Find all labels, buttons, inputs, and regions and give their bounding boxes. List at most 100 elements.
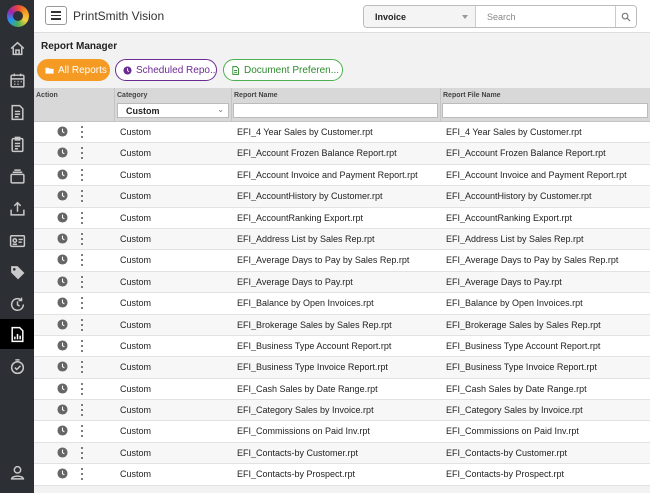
search-scope-select[interactable]: Invoice: [364, 6, 476, 27]
cell-report-name[interactable]: EFI_Business Type Account Report.rpt: [237, 341, 441, 351]
more-vertical-icon[interactable]: [80, 468, 84, 481]
table-row[interactable]: Custom EFI_Brokerage Sales by Sales Rep.r…: [34, 314, 650, 336]
more-vertical-icon[interactable]: [80, 232, 84, 245]
report-name-filter-input[interactable]: [233, 103, 438, 118]
table-row[interactable]: Custom EFI_Balance by Open Invoices.rpt EF…: [34, 293, 650, 315]
stack-icon[interactable]: [0, 161, 34, 191]
category-filter-select[interactable]: Custom ⌄: [117, 103, 229, 118]
table-row[interactable]: Custom EFI_Account Frozen Balance Report.…: [34, 143, 650, 165]
cell-report-name[interactable]: EFI_Commissions on Paid Inv.rpt: [237, 426, 441, 436]
cell-report-name[interactable]: EFI_Address List by Sales Rep.rpt: [237, 234, 441, 244]
schedule-check-icon[interactable]: [0, 351, 34, 381]
invoice-icon[interactable]: [0, 97, 34, 127]
column-divider[interactable]: [231, 88, 232, 122]
schedule-clock-icon[interactable]: [57, 212, 68, 223]
column-header-category[interactable]: Category: [117, 92, 147, 99]
id-card-icon[interactable]: [0, 225, 34, 255]
table-row[interactable]: Custom EFI_4 Year Sales by Customer.rpt EF…: [34, 122, 650, 144]
more-vertical-icon[interactable]: [80, 275, 84, 288]
hamburger-menu-button[interactable]: [45, 6, 67, 25]
cell-report-name[interactable]: EFI_Average Days to Pay.rpt: [237, 277, 441, 287]
sync-icon[interactable]: [0, 289, 34, 319]
cell-report-name[interactable]: EFI_Category Sales by Invoice.rpt: [237, 405, 441, 415]
schedule-clock-icon[interactable]: [57, 233, 68, 244]
calendar-icon[interactable]: [0, 65, 34, 95]
more-vertical-icon[interactable]: [80, 425, 84, 438]
more-vertical-icon[interactable]: [80, 211, 84, 224]
cell-report-name[interactable]: EFI_Contacts-by Prospect.rpt: [237, 469, 441, 479]
more-vertical-icon[interactable]: [80, 339, 84, 352]
cell-category: Custom: [120, 405, 152, 416]
cell-report-name[interactable]: EFI_AccountRanking Export.rpt: [237, 213, 441, 223]
cell-report-name[interactable]: EFI_Business Type Invoice Report.rpt: [237, 362, 441, 372]
table-row[interactable]: Custom EFI_AccountRanking Export.rpt EFI_A…: [34, 207, 650, 229]
clock-icon: [123, 65, 132, 75]
home-icon[interactable]: [0, 33, 34, 63]
table-row[interactable]: Custom EFI_Commissions on Paid Inv.rpt EFI…: [34, 421, 650, 443]
more-vertical-icon[interactable]: [80, 318, 84, 331]
table-row[interactable]: Custom EFI_Business Type Invoice Report.r…: [34, 357, 650, 379]
tag-icon[interactable]: [0, 257, 34, 287]
cell-report-name[interactable]: EFI_Average Days to Pay by Sales Rep.rpt: [237, 255, 441, 265]
table-row[interactable]: Custom EFI_Category Sales by Invoice.rpt E…: [34, 400, 650, 422]
schedule-clock-icon[interactable]: [57, 340, 68, 351]
schedule-clock-icon[interactable]: [57, 276, 68, 287]
schedule-clock-icon[interactable]: [57, 297, 68, 308]
schedule-clock-icon[interactable]: [57, 318, 68, 330]
table-row[interactable]: Custom EFI_Cash Sales by Date Range.rpt EF…: [34, 378, 650, 401]
cell-report-name[interactable]: EFI_AccountHistory by Customer.rpt: [237, 191, 441, 201]
more-vertical-icon[interactable]: [80, 147, 84, 160]
cell-report-name[interactable]: EFI_Cash Sales by Date Range.rpt: [237, 384, 441, 394]
cell-report-name[interactable]: EFI_4 Year Sales by Customer.rpt: [237, 127, 441, 137]
schedule-clock-icon[interactable]: [57, 383, 68, 394]
schedule-clock-icon[interactable]: [57, 425, 68, 437]
tab-document-preferences[interactable]: Document Preferen...: [223, 59, 343, 81]
schedule-clock-icon[interactable]: [57, 447, 68, 458]
column-header-action[interactable]: Action: [36, 92, 58, 99]
more-vertical-icon[interactable]: [80, 126, 84, 138]
table-row[interactable]: Custom EFI_Business Type Account Report.r…: [34, 335, 650, 358]
more-vertical-icon[interactable]: [80, 361, 84, 374]
cell-report-name[interactable]: EFI_Account Invoice and Payment Report.r…: [237, 170, 441, 180]
tab-scheduled-reports[interactable]: Scheduled Repo...: [115, 59, 217, 81]
cell-report-name[interactable]: EFI_Brokerage Sales by Sales Rep.rpt: [237, 320, 441, 330]
schedule-clock-icon[interactable]: [57, 254, 68, 265]
column-divider[interactable]: [440, 88, 441, 122]
table-row[interactable]: Custom EFI_Average Days to Pay by Sales R…: [34, 250, 650, 272]
schedule-clock-icon[interactable]: [57, 147, 68, 158]
column-header-report-file-name[interactable]: Report File Name: [443, 92, 501, 99]
more-vertical-icon[interactable]: [80, 168, 84, 181]
cell-report-name[interactable]: EFI_Account Frozen Balance Report.rpt: [237, 148, 441, 158]
search-button[interactable]: [615, 6, 636, 27]
schedule-clock-icon[interactable]: [57, 126, 68, 137]
table-row[interactable]: Custom EFI_Account Invoice and Payment Re…: [34, 164, 650, 187]
clipboard-icon[interactable]: [0, 129, 34, 159]
table-row[interactable]: Custom EFI_Address List by Sales Rep.rpt E…: [34, 228, 650, 251]
table-row[interactable]: Custom EFI_Contacts-by Prospect.rpt EFI_Co…: [34, 464, 650, 486]
schedule-clock-icon[interactable]: [57, 169, 68, 180]
upload-icon[interactable]: [0, 193, 34, 223]
cell-report-name[interactable]: EFI_Contacts-by Customer.rpt: [237, 448, 441, 458]
schedule-clock-icon[interactable]: [57, 468, 68, 479]
report-file-filter-input[interactable]: [442, 103, 648, 118]
schedule-clock-icon[interactable]: [57, 361, 68, 372]
app-logo-icon[interactable]: [7, 5, 29, 27]
cell-report-name[interactable]: EFI_Balance by Open Invoices.rpt: [237, 298, 441, 308]
tab-all-reports[interactable]: All Reports: [37, 59, 110, 81]
more-vertical-icon[interactable]: [80, 382, 84, 395]
schedule-clock-icon[interactable]: [57, 404, 68, 415]
schedule-clock-icon[interactable]: [57, 190, 68, 201]
user-settings-icon[interactable]: [0, 457, 34, 487]
more-vertical-icon[interactable]: [80, 297, 84, 310]
column-header-report-name[interactable]: Report Name: [234, 92, 278, 99]
more-vertical-icon[interactable]: [80, 446, 84, 459]
column-divider[interactable]: [114, 88, 115, 122]
table-row[interactable]: Custom EFI_AccountHistory by Customer.rpt…: [34, 186, 650, 208]
more-vertical-icon[interactable]: [80, 190, 84, 203]
table-row[interactable]: Custom EFI_Average Days to Pay.rpt EFI_Ave…: [34, 271, 650, 294]
table-row[interactable]: Custom EFI_Contacts-by Customer.rpt EFI_Co…: [34, 442, 650, 465]
more-vertical-icon[interactable]: [80, 404, 84, 417]
reports-icon[interactable]: [0, 319, 34, 349]
more-vertical-icon[interactable]: [80, 254, 84, 267]
search-input[interactable]: [477, 6, 616, 27]
